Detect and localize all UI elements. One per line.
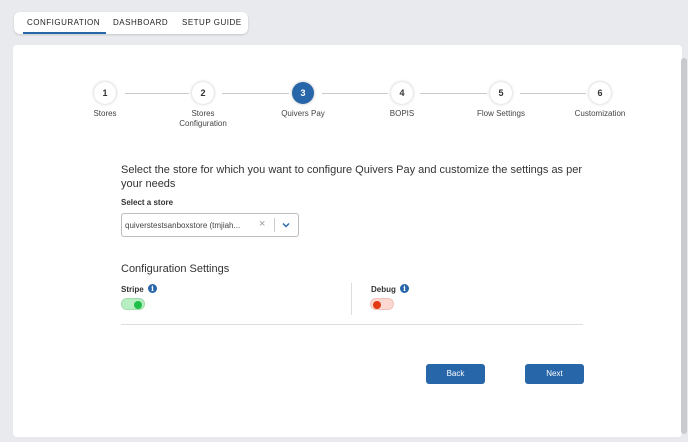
step-connector bbox=[222, 93, 289, 94]
step-4-circle[interactable]: 4 bbox=[391, 82, 413, 104]
step-connector bbox=[520, 93, 586, 94]
step-1-label: Stores bbox=[93, 109, 117, 118]
step-1-circle[interactable]: 1 bbox=[94, 82, 116, 104]
stripe-label: Stripe bbox=[121, 285, 144, 294]
chevron-down-icon[interactable] bbox=[280, 219, 292, 231]
page-headline: Select the store for which you want to c… bbox=[121, 164, 583, 190]
step-3-label: Quivers Pay bbox=[281, 109, 325, 118]
step-6-circle[interactable]: 6 bbox=[589, 82, 611, 104]
section-divider bbox=[121, 324, 583, 325]
top-tab-bar: CONFIGURATION DASHBOARD SETUP GUIDE bbox=[14, 12, 248, 34]
debug-label: Debug bbox=[371, 285, 396, 294]
step-connector bbox=[322, 93, 388, 94]
step-5-label: Flow Settings bbox=[476, 109, 526, 118]
column-divider bbox=[351, 283, 352, 315]
store-select-label: Select a store bbox=[121, 198, 174, 207]
store-select[interactable]: quiverstestsanboxstore (tmjiah... × bbox=[121, 213, 299, 237]
store-select-value: quiverstestsanboxstore (tmjiah... bbox=[125, 221, 241, 230]
step-2-label-line2: Configuration bbox=[179, 119, 227, 128]
step-2-circle[interactable]: 2 bbox=[192, 82, 214, 104]
config-settings-title: Configuration Settings bbox=[121, 263, 230, 275]
stripe-toggle[interactable] bbox=[121, 298, 145, 310]
step-connector bbox=[420, 93, 487, 94]
step-2-label-line1: Stores bbox=[191, 109, 215, 118]
toggle-knob bbox=[373, 301, 381, 309]
step-6-label: Customization bbox=[574, 109, 626, 118]
step-4-label: BOPIS bbox=[389, 109, 415, 118]
next-button[interactable]: Next bbox=[525, 364, 584, 384]
step-connector bbox=[125, 93, 189, 94]
tab-setup-guide[interactable]: SETUP GUIDE bbox=[182, 12, 242, 34]
toggle-knob bbox=[134, 301, 142, 309]
tab-dashboard[interactable]: DASHBOARD bbox=[113, 12, 168, 34]
vertical-scrollbar[interactable] bbox=[681, 58, 687, 434]
tab-configuration[interactable]: CONFIGURATION bbox=[22, 12, 107, 34]
close-icon[interactable]: × bbox=[259, 218, 265, 230]
info-icon[interactable]: i bbox=[148, 284, 157, 293]
step-5-circle[interactable]: 5 bbox=[490, 82, 512, 104]
debug-toggle[interactable] bbox=[370, 298, 394, 310]
step-3-circle[interactable]: 3 bbox=[292, 82, 314, 104]
back-button[interactable]: Back bbox=[426, 364, 485, 384]
info-icon[interactable]: i bbox=[400, 284, 409, 293]
select-divider bbox=[274, 218, 275, 232]
